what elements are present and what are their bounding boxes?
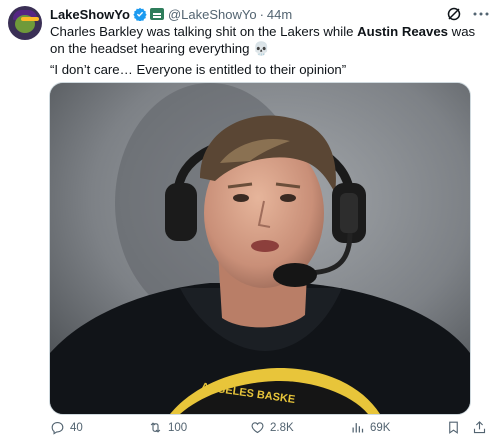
timestamp[interactable]: 44m bbox=[267, 7, 292, 22]
views-button[interactable]: 69K bbox=[350, 420, 390, 435]
avatar-brim bbox=[21, 17, 39, 21]
tweet-actions: 40 100 2.8K 69K bbox=[50, 420, 490, 436]
repost-icon bbox=[150, 422, 161, 433]
bookmark-icon bbox=[449, 421, 458, 434]
tweet-media-image[interactable]: ANGELES BASKE bbox=[49, 82, 471, 415]
heart-icon bbox=[251, 422, 264, 434]
more-options-icon[interactable] bbox=[472, 6, 490, 22]
verified-badge-icon bbox=[133, 7, 147, 21]
tweet-text-mention: Austin Reaves bbox=[357, 24, 449, 39]
grok-icon[interactable] bbox=[446, 6, 462, 22]
display-name[interactable]: LakeShowYo bbox=[50, 7, 130, 22]
affiliate-badge-icon bbox=[149, 8, 164, 20]
like-count: 2.8K bbox=[270, 421, 294, 434]
separator-dot: · bbox=[259, 6, 264, 22]
bookmark-button[interactable] bbox=[446, 420, 461, 435]
tweet-header: LakeShowYo @LakeShowYo · 44m bbox=[50, 6, 490, 22]
handle[interactable]: @LakeShowYo bbox=[168, 7, 257, 22]
tweet-text-part: Charles Barkley was talking shit on the … bbox=[50, 24, 358, 39]
share-icon bbox=[473, 421, 486, 434]
tweet-text: Charles Barkley was talking shit on the … bbox=[50, 23, 490, 57]
repost-count: 100 bbox=[168, 421, 188, 434]
media-photo: ANGELES BASKE bbox=[50, 83, 470, 414]
views-icon bbox=[352, 423, 364, 433]
reply-icon bbox=[51, 421, 64, 435]
like-button[interactable]: 2.8K bbox=[250, 420, 294, 435]
skull-emoji: 💀 bbox=[253, 41, 270, 56]
avatar[interactable] bbox=[8, 6, 42, 40]
tweet-quote-line: “I don’t care… Everyone is entitled to t… bbox=[50, 62, 347, 77]
reply-count: 40 bbox=[70, 421, 83, 434]
repost-button[interactable]: 100 bbox=[148, 420, 187, 435]
header-actions bbox=[446, 6, 490, 22]
share-button[interactable] bbox=[472, 420, 487, 435]
views-count: 69K bbox=[370, 421, 391, 434]
reply-button[interactable]: 40 bbox=[50, 420, 83, 435]
